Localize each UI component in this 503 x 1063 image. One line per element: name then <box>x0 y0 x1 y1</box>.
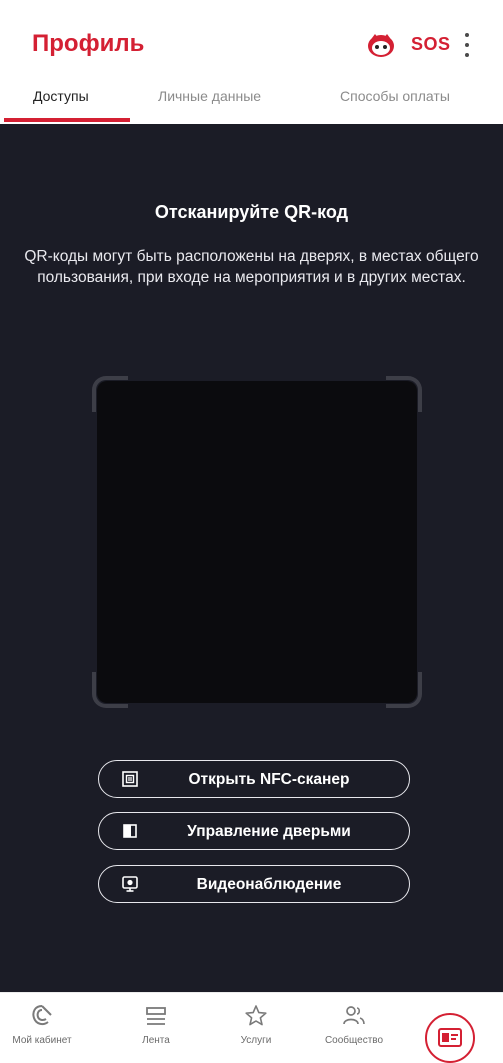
video-surveillance-label: Видеонаблюдение <box>196 876 342 893</box>
bottom-navigation: Мой кабинет Лента Услуги Сообщество <box>0 992 503 1063</box>
nav-label-community: Сообщество <box>324 1035 384 1046</box>
door-control-label: Управление дверьми <box>187 823 351 840</box>
viewfinder-corner <box>92 376 128 412</box>
open-nfc-scanner-label: Открыть NFC-сканер <box>188 771 350 788</box>
nav-item-my-cabinet[interactable]: Мой кабинет <box>2 1003 82 1046</box>
profile-tabs: Доступы Личные данные Способы оплаты <box>0 80 503 125</box>
community-icon <box>343 1006 365 1025</box>
page-title: Профиль <box>32 30 145 57</box>
scanner-description: QR-коды могут быть расположены на дверях… <box>24 248 479 286</box>
video-surveillance-button[interactable]: Видеонаблюдение <box>98 865 410 903</box>
more-menu-icon[interactable] <box>462 30 472 60</box>
viewfinder-corner <box>92 672 128 708</box>
feed-icon <box>146 1007 166 1025</box>
open-nfc-scanner-button[interactable]: Открыть NFC-сканер <box>98 760 410 798</box>
nav-label-my-cabinet: Мой кабинет <box>12 1035 72 1046</box>
sos-button[interactable]: SOS <box>411 34 451 55</box>
nav-label-services: Услуги <box>240 1035 272 1046</box>
tab-payment-methods[interactable]: Способы оплаты <box>340 88 450 104</box>
viewfinder-corner <box>386 376 422 412</box>
nav-item-id-card[interactable] <box>425 1013 475 1063</box>
assistant-mascot-icon[interactable] <box>366 32 396 58</box>
door-control-button[interactable]: Управление дверьми <box>98 812 410 850</box>
tab-personal-data[interactable]: Личные данные <box>158 88 261 104</box>
nav-item-feed[interactable]: Лента <box>116 1003 196 1046</box>
star-icon <box>245 1005 267 1026</box>
tab-access[interactable]: Доступы <box>33 88 89 104</box>
nav-label-feed: Лента <box>142 1035 170 1046</box>
id-card-icon <box>438 1028 462 1047</box>
camera-preview <box>97 381 417 703</box>
scanner-title: Отсканируйте QR-код <box>154 202 349 222</box>
viewfinder-corner <box>386 672 422 708</box>
active-tab-indicator <box>4 118 130 122</box>
app-header: Профиль SOS <box>0 0 503 92</box>
cabinet-icon <box>32 1005 52 1026</box>
qr-scanner-area: Отсканируйте QR-код QR-коды могут быть р… <box>0 124 503 992</box>
nav-item-services[interactable]: Услуги <box>216 1003 296 1046</box>
qr-camera-viewfinder <box>92 376 422 708</box>
nav-item-community[interactable]: Сообщество <box>314 1003 394 1046</box>
